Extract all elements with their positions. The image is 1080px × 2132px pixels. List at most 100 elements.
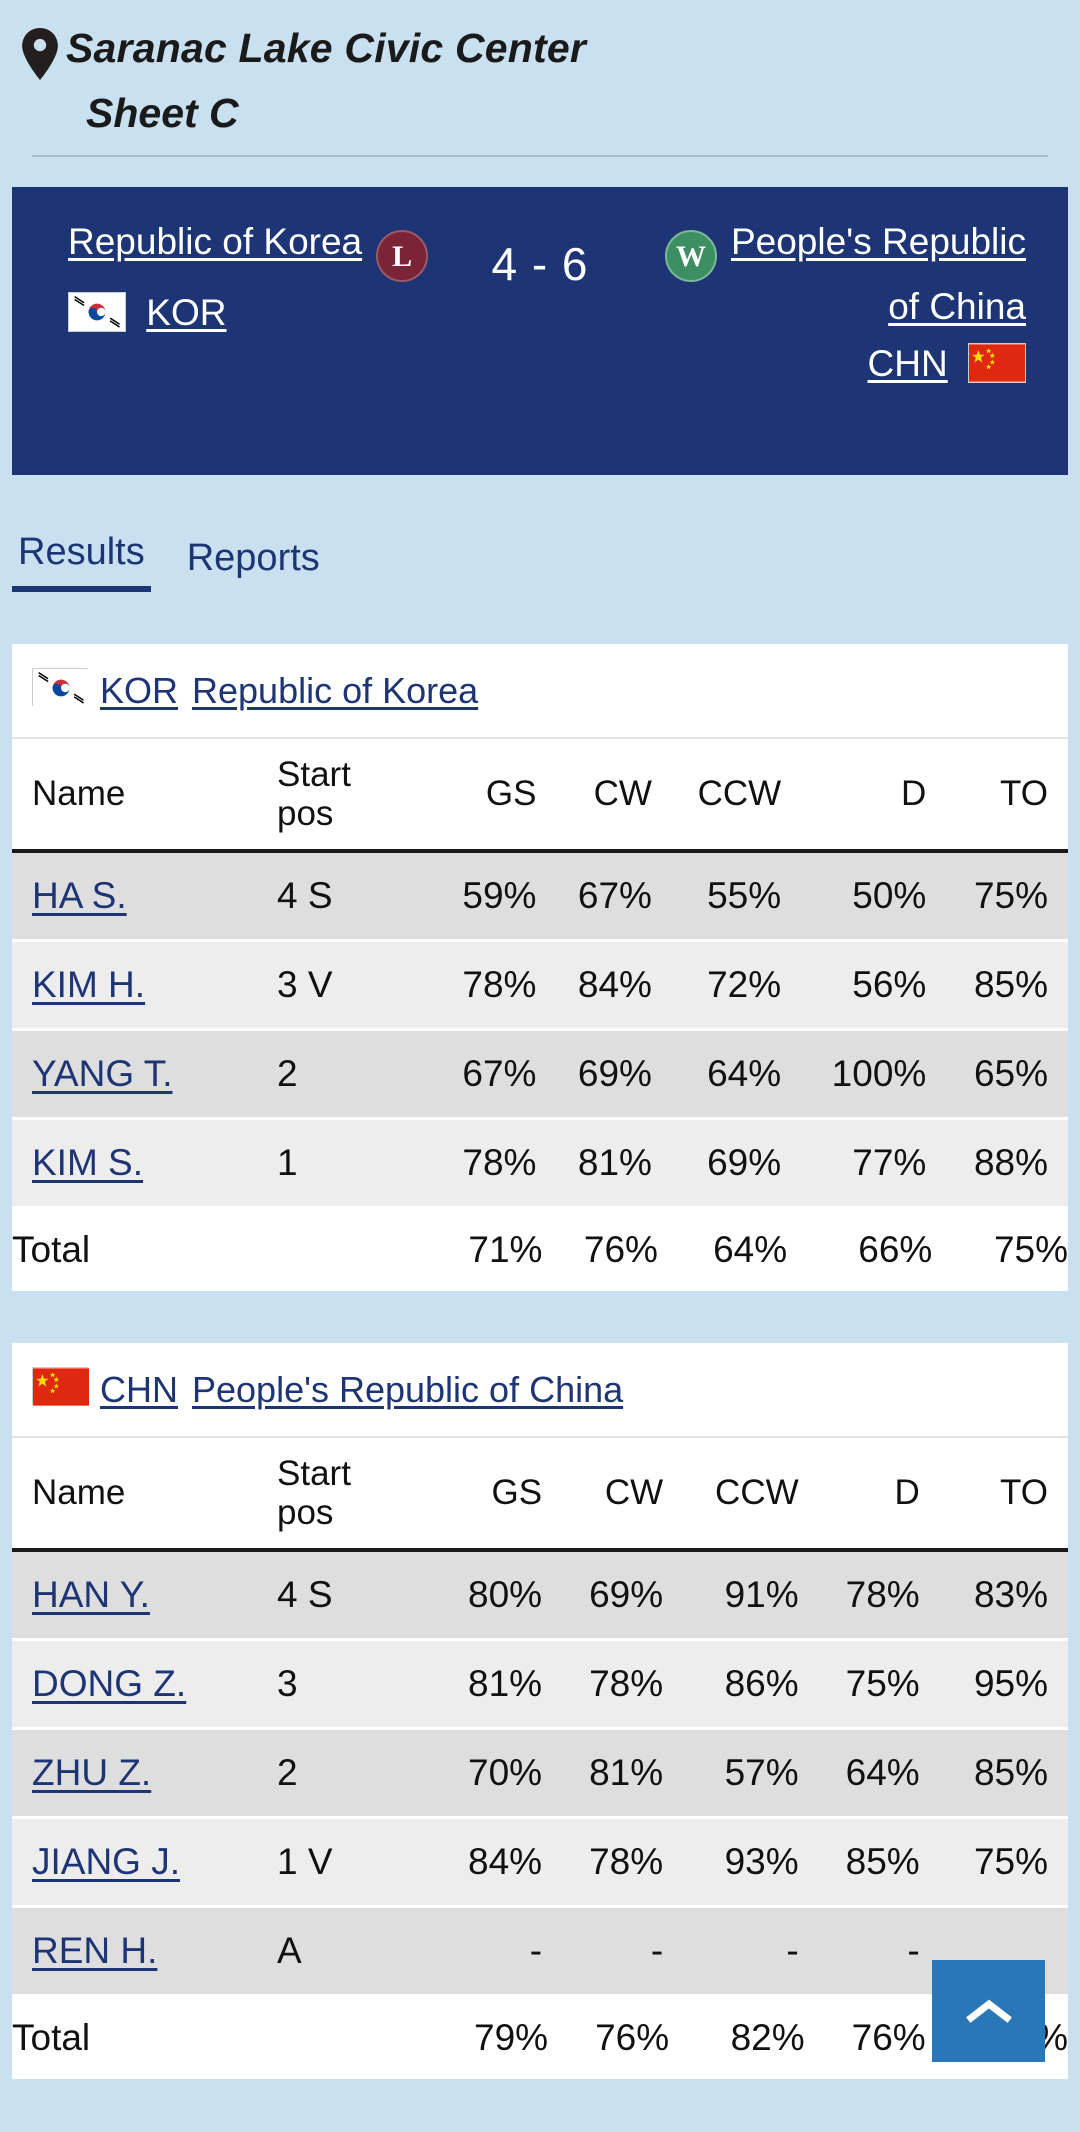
total-label: Total xyxy=(12,1207,277,1292)
player-to: 88% xyxy=(932,1118,1068,1210)
player-d: 64% xyxy=(804,1728,926,1819)
table-row: YANG T. 2 67% 69% 64% 100% 65% xyxy=(12,1029,1068,1121)
col-header-d: D xyxy=(804,1435,926,1553)
player-start-pos: 2 xyxy=(277,1029,427,1121)
player-name-link[interactable]: ZHU Z. xyxy=(32,1752,151,1793)
player-start-pos: 4 S xyxy=(277,851,427,943)
player-gs: 59% xyxy=(427,851,543,943)
player-to: 75% xyxy=(925,1817,1068,1908)
away-team-code-link[interactable]: CHN xyxy=(868,343,948,384)
total-ccw: 82% xyxy=(669,1995,805,2079)
col-header-to: TO xyxy=(925,1435,1068,1553)
total-d: 66% xyxy=(787,1207,933,1292)
player-to: 75% xyxy=(932,851,1068,943)
team-chn-name-link[interactable]: People's Republic of China xyxy=(192,1369,623,1410)
player-name-link[interactable]: DONG Z. xyxy=(32,1663,186,1704)
player-name-link[interactable]: KIM S. xyxy=(32,1142,143,1183)
player-start-pos: 3 V xyxy=(277,940,427,1032)
player-to: 85% xyxy=(925,1728,1068,1819)
team-chn-code-link[interactable]: CHN xyxy=(100,1369,178,1410)
table-row: ZHU Z. 2 70% 81% 57% 64% 85% xyxy=(12,1728,1068,1819)
table-row: JIANG J. 1 V 84% 78% 93% 85% 75% xyxy=(12,1817,1068,1908)
player-cw: - xyxy=(548,1906,670,1997)
total-gs: 79% xyxy=(427,1995,549,2079)
player-gs: 70% xyxy=(427,1728,549,1819)
col-header-cw: CW xyxy=(542,736,658,854)
player-ccw: 91% xyxy=(669,1550,805,1641)
player-name-link[interactable]: HAN Y. xyxy=(32,1574,150,1615)
player-d: 77% xyxy=(787,1118,933,1210)
table-row: KIM H. 3 V 78% 84% 72% 56% 85% xyxy=(12,940,1068,1032)
col-header-ccw: CCW xyxy=(657,736,788,854)
player-cw: 81% xyxy=(548,1728,670,1819)
player-gs: 67% xyxy=(427,1029,543,1121)
table-row: HA S. 4 S 59% 67% 55% 50% 75% xyxy=(12,851,1068,943)
player-name-link[interactable]: JIANG J. xyxy=(32,1841,180,1882)
player-to: 95% xyxy=(925,1639,1068,1730)
scroll-to-top-button[interactable] xyxy=(932,1960,1045,2062)
player-name-link[interactable]: KIM H. xyxy=(32,964,145,1005)
team-card-chn: CHN People's Republic of China Name Start… xyxy=(12,1343,1068,2079)
col-header-d: D xyxy=(787,736,933,854)
player-cw: 84% xyxy=(542,940,658,1032)
player-name-link[interactable]: HA S. xyxy=(32,875,127,916)
total-label: Total xyxy=(12,1995,277,2079)
player-start-pos: 3 xyxy=(277,1639,427,1730)
away-team-name-link[interactable]: People's Republic of China xyxy=(731,221,1026,327)
player-d: 50% xyxy=(787,851,933,943)
home-team-code-link[interactable]: KOR xyxy=(146,292,226,333)
player-gs: - xyxy=(427,1906,549,1997)
col-header-name: Name xyxy=(12,1435,277,1553)
tab-results[interactable]: Results xyxy=(12,531,151,593)
col-header-to: TO xyxy=(932,736,1068,854)
team-kor-results-table: Name Start pos GS CW CCW D TO HA S. 4 S … xyxy=(12,736,1068,1292)
player-start-pos: 4 S xyxy=(277,1550,427,1641)
table-total-row: Total 79% 76% 82% 76% 87% xyxy=(12,1995,1068,2079)
scoreboard-away-team: W People's Republic of China CHN xyxy=(626,217,1026,389)
player-gs: 84% xyxy=(427,1817,549,1908)
player-ccw: 86% xyxy=(669,1639,805,1730)
total-cw: 76% xyxy=(548,1995,670,2079)
player-ccw: 93% xyxy=(669,1817,805,1908)
col-header-startpos: Start pos xyxy=(277,736,427,854)
team-kor-name-link[interactable]: Republic of Korea xyxy=(192,670,478,711)
player-to: 83% xyxy=(925,1550,1068,1641)
total-to: 75% xyxy=(932,1207,1068,1292)
player-name-link[interactable]: YANG T. xyxy=(32,1053,173,1094)
player-d: 56% xyxy=(787,940,933,1032)
player-ccw: - xyxy=(669,1906,805,1997)
player-to: 85% xyxy=(932,940,1068,1032)
flag-south-korea-icon xyxy=(32,668,89,708)
player-start-pos: 2 xyxy=(277,1728,427,1819)
player-d: 78% xyxy=(804,1550,926,1641)
team-chn-results-table: Name Start pos GS CW CCW D TO HAN Y. 4 S… xyxy=(12,1435,1068,2079)
header-divider xyxy=(32,155,1048,158)
player-cw: 69% xyxy=(542,1029,658,1121)
col-header-startpos-line1: Start xyxy=(277,754,351,794)
player-name-link[interactable]: REN H. xyxy=(32,1930,157,1971)
tab-reports[interactable]: Reports xyxy=(181,537,326,592)
player-start-pos: 1 V xyxy=(277,1817,427,1908)
player-gs: 80% xyxy=(427,1550,549,1641)
player-cw: 67% xyxy=(542,851,658,943)
player-start-pos: 1 xyxy=(277,1118,427,1210)
col-header-gs: GS xyxy=(427,1435,549,1553)
player-ccw: 64% xyxy=(657,1029,788,1121)
player-cw: 69% xyxy=(548,1550,670,1641)
player-ccw: 55% xyxy=(657,851,788,943)
team-card-kor-header: KOR Republic of Korea xyxy=(12,644,1068,736)
table-row: HAN Y. 4 S 80% 69% 91% 78% 83% xyxy=(12,1550,1068,1641)
player-gs: 81% xyxy=(427,1639,549,1730)
col-header-gs: GS xyxy=(427,736,543,854)
team-kor-code-link[interactable]: KOR xyxy=(100,670,178,711)
table-header-row: Name Start pos GS CW CCW D TO xyxy=(12,1435,1068,1553)
table-total-row: Total 71% 76% 64% 66% 75% xyxy=(12,1207,1068,1292)
table-row: KIM S. 1 78% 81% 69% 77% 88% xyxy=(12,1118,1068,1210)
flag-south-korea-icon xyxy=(68,292,126,333)
col-header-startpos-line2: pos xyxy=(277,1492,334,1532)
venue-header: Saranac Lake Civic Center Sheet C xyxy=(0,0,1080,158)
col-header-cw: CW xyxy=(548,1435,670,1553)
flag-china-icon xyxy=(32,1367,89,1406)
tab-bar: Results Reports xyxy=(12,531,1068,593)
total-gs: 71% xyxy=(427,1207,543,1292)
